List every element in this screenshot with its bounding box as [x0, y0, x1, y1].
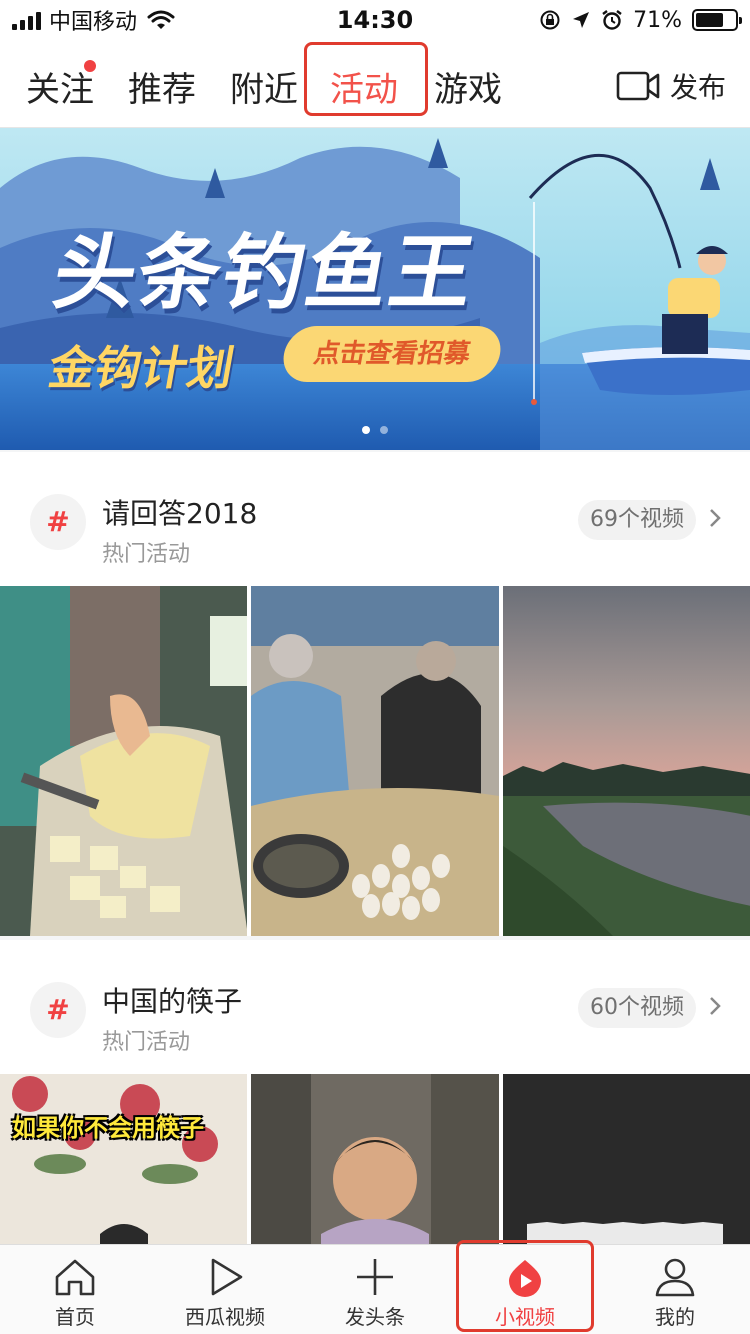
banner-subtitle: 金钩计划 [44, 341, 239, 395]
video-thumbnail[interactable] [251, 1074, 499, 1244]
lake-sunset-image [502, 586, 750, 936]
activity-card-header[interactable]: # 请回答2018 热门活动 69个视频 [0, 452, 750, 586]
active-bottom-tab-highlight [456, 1240, 594, 1332]
video-count-badge: 60个视频 [578, 988, 696, 1028]
bottom-tab-label: 我的 [655, 1305, 695, 1329]
thumbnail-caption: 如果你不会用筷子 [12, 1114, 204, 1142]
tab-follow[interactable]: 关注 [26, 62, 94, 111]
tab-games[interactable]: 游戏 [434, 62, 502, 111]
activity-title: 中国的筷子 [102, 985, 243, 1018]
tab-activity[interactable]: 活动 [330, 62, 398, 111]
dark-title-card-image [502, 1074, 750, 1244]
chopsticks-painting-image [0, 1074, 248, 1244]
video-thumbnail[interactable] [502, 1074, 750, 1244]
tab-nearby[interactable]: 附近 [230, 62, 298, 111]
hashtag-icon: # [30, 982, 86, 1038]
video-camera-icon [616, 71, 660, 101]
chevron-right-icon [710, 509, 721, 527]
location-icon [573, 12, 590, 28]
battery-percent: 71% [633, 7, 682, 33]
video-count-badge: 69个视频 [578, 500, 696, 540]
activity-card[interactable]: # 请回答2018 热门活动 69个视频 [0, 452, 750, 936]
video-thumbnail-row [0, 586, 750, 936]
play-icon [211, 1258, 243, 1296]
bottom-tab-bar: 首页 西瓜视频 发头条 小视频 我的 [0, 1244, 750, 1334]
market-eggs-image [251, 586, 499, 936]
bottom-tab-post[interactable]: 发头条 [300, 1245, 450, 1334]
status-bar: 中国移动 14:30 71% [0, 0, 750, 40]
bottom-tab-me[interactable]: 我的 [600, 1245, 750, 1334]
home-icon [55, 1259, 95, 1296]
bottom-tab-label: 首页 [55, 1305, 95, 1329]
plus-icon [357, 1259, 393, 1295]
video-thumbnail[interactable] [251, 586, 499, 936]
publish-label: 发布 [669, 71, 726, 104]
notification-badge [84, 60, 96, 72]
banner-title: 头条钓鱼王 [46, 226, 483, 321]
battery-icon [692, 9, 742, 31]
top-tab-bar: 关注 推荐 附近 活动 游戏 发布 [0, 40, 750, 128]
activity-card[interactable]: # 中国的筷子 热门活动 60个视频 如果你不会用筷子 [0, 940, 750, 1244]
activity-card-header[interactable]: # 中国的筷子 热门活动 60个视频 [0, 940, 750, 1074]
activity-subtitle: 热门活动 [102, 1030, 191, 1055]
tab-recommend[interactable]: 推荐 [128, 62, 196, 111]
carousel-dot-active [362, 426, 370, 434]
bottom-tab-label: 发头条 [345, 1305, 405, 1329]
hashtag-icon: # [30, 494, 86, 550]
activity-subtitle: 热门活动 [102, 542, 191, 567]
video-thumbnail-row: 如果你不会用筷子 [0, 1074, 750, 1244]
video-thumbnail[interactable] [0, 586, 248, 936]
video-thumbnail[interactable]: 如果你不会用筷子 [0, 1074, 248, 1244]
profile-icon [655, 1258, 695, 1297]
banner-cta-button[interactable]: 点击查看招募 [279, 326, 505, 382]
video-thumbnail[interactable] [502, 586, 750, 936]
bottom-tab-label: 西瓜视频 [185, 1305, 265, 1329]
promo-banner[interactable]: 头条钓鱼王 金钩计划 点击查看招募 [0, 128, 750, 450]
alarm-icon [602, 10, 622, 30]
publish-button[interactable]: 发布 [616, 66, 726, 106]
carousel-indicator [0, 426, 750, 434]
child-eating-image [251, 1074, 499, 1244]
chevron-right-icon [710, 997, 721, 1015]
activity-title: 请回答2018 [102, 497, 258, 530]
bottom-tab-xigua-video[interactable]: 西瓜视频 [150, 1245, 300, 1334]
bottom-tab-home[interactable]: 首页 [0, 1245, 150, 1334]
rotation-lock-icon [540, 10, 560, 30]
tofu-cutting-image [0, 586, 248, 936]
carousel-dot [380, 426, 388, 434]
